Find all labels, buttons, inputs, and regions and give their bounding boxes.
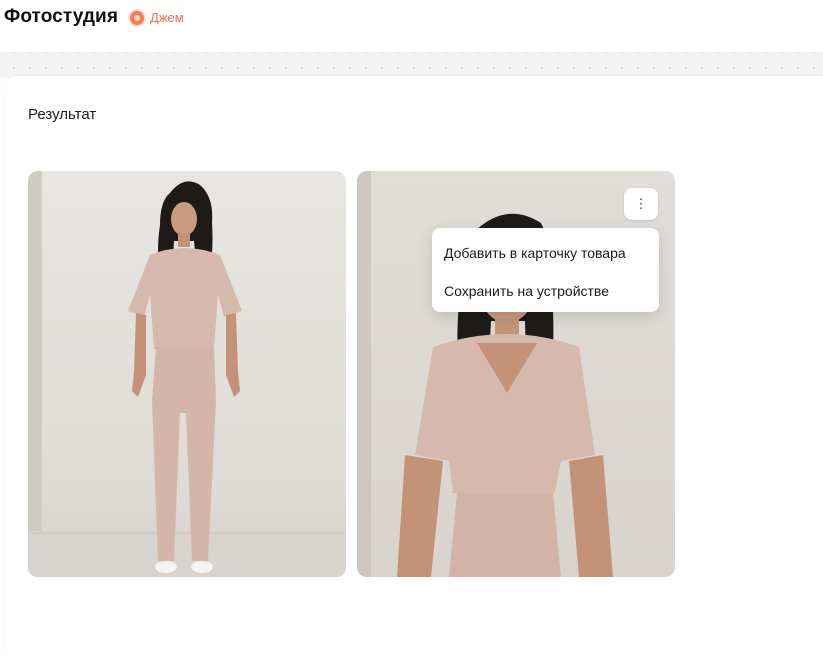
top-strip <box>0 52 823 78</box>
section-title: Результат <box>28 106 97 123</box>
app-title: Фотостудия <box>4 6 119 27</box>
header: Фотостудия Джем <box>0 0 823 34</box>
jam-badge[interactable]: Джем <box>130 10 184 25</box>
menu-item-add-to-product-card[interactable]: Добавить в карточку товара <box>432 234 659 272</box>
context-menu: Добавить в карточку товара Сохранить на … <box>432 228 659 312</box>
badge-label: Джем <box>150 10 184 25</box>
more-options-button[interactable]: ⋮ <box>624 188 658 220</box>
jam-icon <box>130 10 145 25</box>
menu-item-save-to-device[interactable]: Сохранить на устройстве <box>432 272 659 310</box>
result-photo-full-body[interactable] <box>28 171 346 577</box>
more-vertical-icon: ⋮ <box>634 196 648 211</box>
